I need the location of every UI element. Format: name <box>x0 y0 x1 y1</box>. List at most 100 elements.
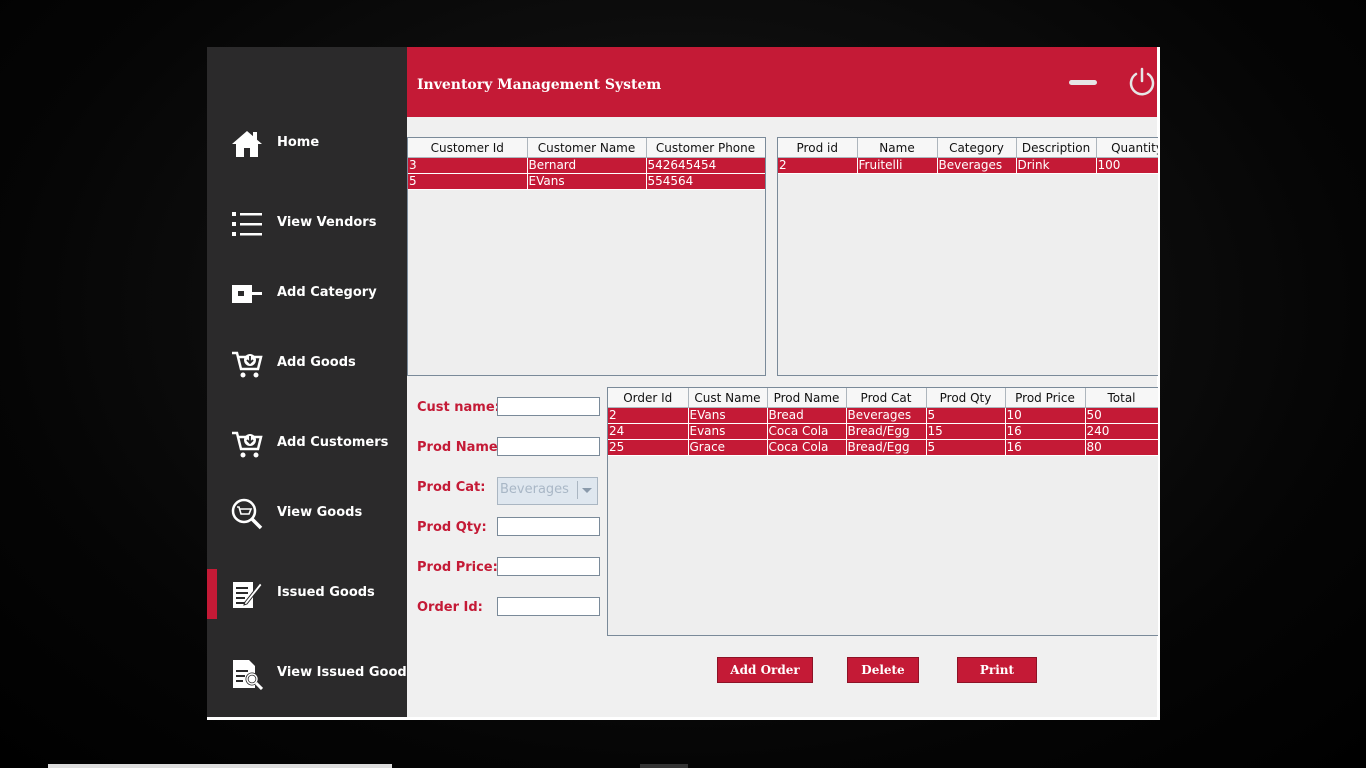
print-button[interactable]: Print <box>957 657 1037 683</box>
cart-search-icon <box>231 498 263 530</box>
column-header[interactable]: Total <box>1085 388 1158 408</box>
table-cell: 50 <box>1085 407 1158 424</box>
cart-add-icon <box>232 351 263 378</box>
sidebar-item-label: View Vendors <box>277 215 377 230</box>
add-order-button[interactable]: Add Order <box>717 657 813 683</box>
prod-price-label: Prod Price: <box>417 560 498 575</box>
table-row[interactable]: 2 EVans Bread Beverages 5 10 50 <box>608 407 1158 424</box>
table-cell: Fruitelli <box>857 157 938 174</box>
table-cell: 16 <box>1005 439 1086 456</box>
table-cell: 2 <box>608 407 689 424</box>
column-header[interactable]: Customer Id <box>408 138 528 158</box>
app-title: Inventory Management System <box>417 77 662 93</box>
prod-cat-select[interactable]: Beverages <box>497 477 598 505</box>
table-cell: 80 <box>1085 439 1158 456</box>
table-row[interactable]: 24 Evans Coca Cola Bread/Egg 15 16 240 <box>608 423 1158 440</box>
sidebar-item-add-goods[interactable]: Add Goods <box>207 339 407 389</box>
table-cell: 25 <box>608 439 689 456</box>
table-row[interactable]: 25 Grace Coca Cola Bread/Egg 5 16 80 <box>608 439 1158 456</box>
column-header[interactable]: Customer Name <box>527 138 647 158</box>
table-cell: Evans <box>688 423 768 440</box>
customers-table[interactable]: Customer Id Customer Name Customer Phone… <box>407 137 766 376</box>
header: Inventory Management System <box>407 47 1157 117</box>
table-cell: EVans <box>688 407 768 424</box>
prod-price-input[interactable] <box>497 557 600 576</box>
sidebar-item-add-customers[interactable]: Add Customers <box>207 419 407 469</box>
column-header[interactable]: Prod Price <box>1005 388 1086 408</box>
table-cell: 10 <box>1005 407 1086 424</box>
sidebar-item-view-issued-goods[interactable]: View Issued Goods <box>207 649 414 699</box>
column-header[interactable]: Customer Phone <box>646 138 765 158</box>
table-cell: Bread/Egg <box>846 423 927 440</box>
sidebar-item-label: Add Category <box>277 285 377 300</box>
home-icon <box>232 131 262 157</box>
sidebar-item-home[interactable]: Home <box>207 119 407 169</box>
prod-name-input[interactable] <box>497 437 600 456</box>
sidebar-item-label: Add Customers <box>277 435 389 450</box>
table-cell: 3 <box>408 157 528 174</box>
minimize-icon[interactable] <box>1069 80 1097 85</box>
sidebar-item-view-vendors[interactable]: View Vendors <box>207 199 407 249</box>
column-header[interactable]: Category <box>937 138 1017 158</box>
power-icon[interactable] <box>1127 67 1157 97</box>
column-header[interactable]: Cust Name <box>688 388 768 408</box>
table-cell: 5 <box>408 173 528 190</box>
order-id-input[interactable] <box>497 597 600 616</box>
table-cell: 5 <box>926 407 1006 424</box>
table-header-row: Order Id Cust Name Prod Name Prod Cat Pr… <box>608 388 1158 408</box>
table-cell: 100 <box>1096 157 1158 174</box>
order-id-label: Order Id: <box>417 600 483 615</box>
sidebar: Home View Vendors Add Category Add Goods… <box>207 47 414 717</box>
prod-qty-label: Prod Qty: <box>417 520 487 535</box>
table-header-row: Customer Id Customer Name Customer Phone <box>408 138 765 158</box>
cart-add-icon <box>232 431 263 458</box>
prod-cat-value: Beverages <box>500 482 569 497</box>
prod-name-label: Prod Name: <box>417 440 503 455</box>
cust-name-input[interactable] <box>497 397 600 416</box>
products-table[interactable]: Prod id Name Category Description Quanti… <box>777 137 1158 376</box>
sidebar-item-label: Issued Goods <box>277 585 375 600</box>
column-header[interactable]: Prod id <box>778 138 858 158</box>
table-cell: Bread/Egg <box>846 439 927 456</box>
orders-table[interactable]: Order Id Cust Name Prod Name Prod Cat Pr… <box>607 387 1158 636</box>
sidebar-item-view-goods[interactable]: View Goods <box>207 489 407 539</box>
prod-cat-label: Prod Cat: <box>417 480 486 495</box>
table-cell: Coca Cola <box>767 423 847 440</box>
prod-qty-input[interactable] <box>497 517 600 536</box>
table-cell: Beverages <box>846 407 927 424</box>
table-cell: EVans <box>527 173 647 190</box>
table-cell: 5 <box>926 439 1006 456</box>
column-header[interactable]: Quantity <box>1096 138 1158 158</box>
column-header[interactable]: Prod Name <box>767 388 847 408</box>
list-icon <box>232 212 262 236</box>
column-header[interactable]: Prod Qty <box>926 388 1006 408</box>
table-cell: 554564 <box>646 173 765 190</box>
table-cell: 16 <box>1005 423 1086 440</box>
table-cell: Bread <box>767 407 847 424</box>
table-row[interactable]: 3 Bernard 542645454 <box>408 157 765 174</box>
table-cell: Bernard <box>527 157 647 174</box>
table-cell: Drink <box>1016 157 1097 174</box>
table-header-row: Prod id Name Category Description Quanti… <box>778 138 1158 158</box>
main-content: Customer Id Customer Name Customer Phone… <box>407 117 1158 717</box>
category-icon <box>232 285 262 303</box>
table-cell: 24 <box>608 423 689 440</box>
document-search-icon <box>233 660 263 690</box>
sidebar-item-label: View Goods <box>277 505 363 520</box>
column-header[interactable]: Order Id <box>608 388 689 408</box>
table-cell: 2 <box>778 157 858 174</box>
table-cell: Grace <box>688 439 768 456</box>
chevron-down-icon[interactable] <box>577 481 595 499</box>
table-row[interactable]: 2 Fruitelli Beverages Drink 100 <box>778 157 1158 174</box>
table-cell: Beverages <box>937 157 1017 174</box>
sidebar-item-label: Add Goods <box>277 355 356 370</box>
app-window: Home View Vendors Add Category Add Goods… <box>207 47 1160 720</box>
sidebar-item-issued-goods[interactable]: Issued Goods <box>207 569 407 619</box>
sidebar-item-add-category[interactable]: Add Category <box>207 269 407 319</box>
column-header[interactable]: Description <box>1016 138 1097 158</box>
column-header[interactable]: Name <box>857 138 938 158</box>
table-row[interactable]: 5 EVans 554564 <box>408 173 765 190</box>
column-header[interactable]: Prod Cat <box>846 388 927 408</box>
taskbar-strip <box>640 764 688 768</box>
delete-button[interactable]: Delete <box>847 657 919 683</box>
